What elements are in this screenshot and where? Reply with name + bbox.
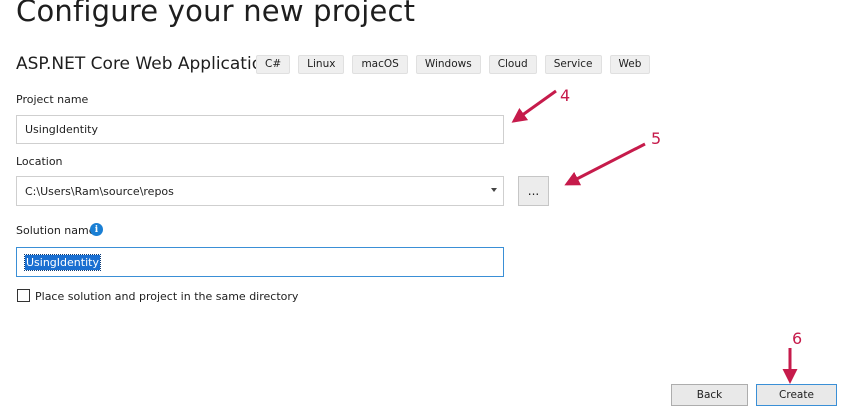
annotation-label-6: 6: [792, 329, 803, 348]
annotation-label-4: 4: [560, 86, 571, 105]
annotation-arrows: [511, 89, 798, 384]
annotation-arrow-4: [511, 89, 557, 123]
annotation-label-5: 5: [651, 129, 662, 148]
annotation-arrow-5: [564, 142, 646, 186]
